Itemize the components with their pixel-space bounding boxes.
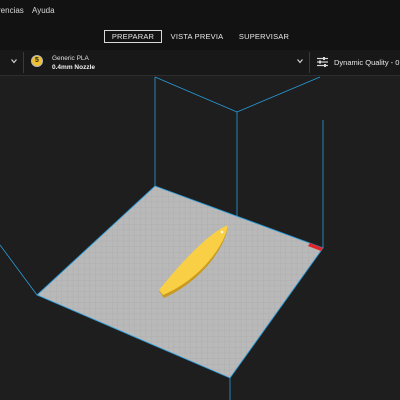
sliders-icon: [317, 57, 328, 67]
tab-preview[interactable]: VISTA PREVIA: [170, 30, 224, 43]
tab-monitor[interactable]: SUPERVISAR: [238, 30, 290, 43]
menu-help[interactable]: Ayuda: [32, 6, 55, 15]
quality-profile: Dynamic Quality - 0.16: [334, 58, 400, 67]
menu-bar: rencias Ayuda: [0, 0, 400, 22]
material-name: Generic PLA: [52, 55, 89, 62]
menu-preferences[interactable]: rencias: [0, 6, 24, 15]
nozzle-size: 0.4mm Nozzle: [52, 64, 95, 71]
toolbar-divider: [23, 52, 24, 73]
toolbar-divider: [309, 52, 310, 73]
chevron-down-icon[interactable]: [9, 56, 19, 66]
stage-bar: PREPARAR VISTA PREVIA SUPERVISAR: [0, 22, 400, 50]
tab-prepare[interactable]: PREPARAR: [104, 30, 162, 43]
print-setup-toolbar: 5 Generic PLA 0.4mm Nozzle Dynamic Quali…: [0, 50, 400, 76]
extruder-badge: 5: [31, 55, 43, 67]
3d-viewport[interactable]: [0, 76, 400, 400]
chevron-down-icon[interactable]: [295, 56, 305, 66]
